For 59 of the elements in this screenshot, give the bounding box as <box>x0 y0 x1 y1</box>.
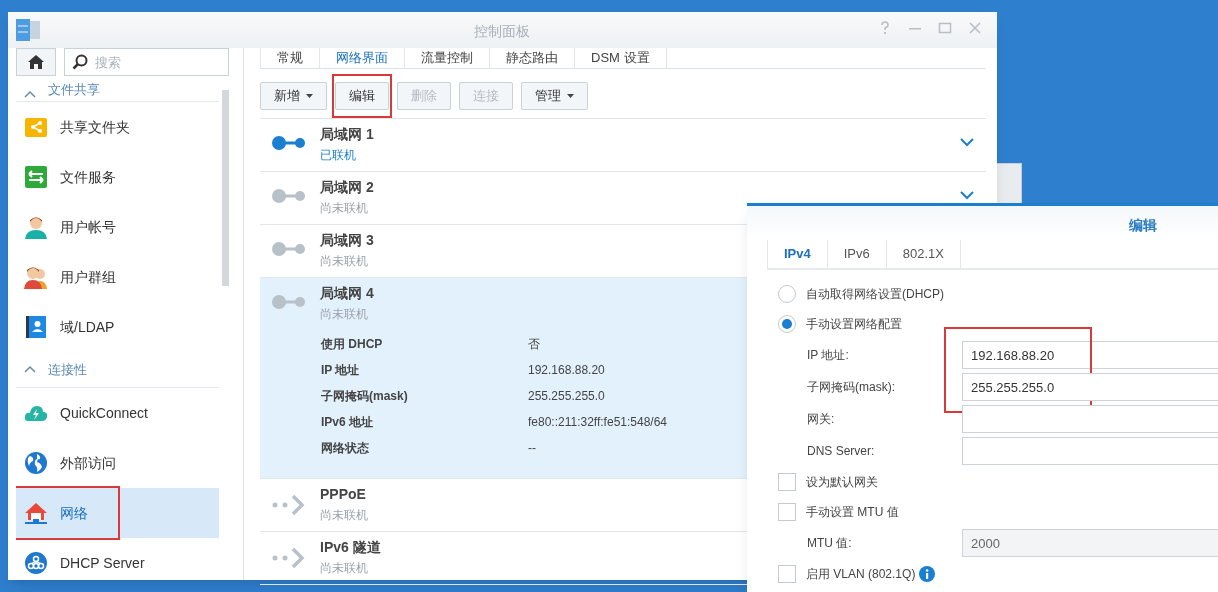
detail-value: fe80::211:32ff:fe51:548/64 <box>528 413 667 431</box>
tab[interactable]: DSM 设置 <box>575 48 667 68</box>
option-label: 设为默认网关 <box>806 474 878 491</box>
tab[interactable]: 静态路由 <box>490 48 575 68</box>
field-label: DNS Server: <box>807 443 876 460</box>
toolbar-button[interactable]: 新增 <box>260 81 327 110</box>
detail-value: 255.255.255.0 <box>528 387 605 405</box>
detail-label: IP 地址 <box>321 361 361 379</box>
detail-value: -- <box>528 439 536 457</box>
option-label: 启用 VLAN (802.1Q) <box>806 566 916 583</box>
tab[interactable]: 流量控制 <box>405 48 490 68</box>
connection-status: 尚未联机 <box>320 559 369 577</box>
interface-name[interactable]: 局域网 2 <box>320 176 374 197</box>
tab[interactable]: IPv6 <box>827 240 887 268</box>
option-label: 自动取得网络设置(DHCP) <box>806 286 944 303</box>
option-label: 手动设置 MTU 值 <box>806 504 899 521</box>
interface-name[interactable]: 局域网 4 <box>320 282 374 303</box>
interface-name[interactable]: 局域网 1 <box>320 123 374 144</box>
interface-name[interactable]: 局域网 3 <box>320 229 374 250</box>
connection-status: 尚未联机 <box>320 305 369 323</box>
section-header[interactable]: 连接性 <box>48 359 87 380</box>
field-label: 网关: <box>807 411 836 428</box>
toolbar-button[interactable]: 编辑 <box>335 81 389 110</box>
sidebar-item[interactable]: 域/LDAP <box>16 302 219 352</box>
detail-value: 否 <box>528 335 540 353</box>
sidebar-item[interactable]: 外部访问 <box>16 438 219 488</box>
connection-status: 尚未联机 <box>320 252 369 270</box>
sidebar-item[interactable]: 共享文件夹 <box>16 102 219 152</box>
section-header[interactable]: 文件共享 <box>48 79 100 99</box>
search-field[interactable]: 搜索 <box>64 48 229 76</box>
sidebar-item[interactable]: 网络 <box>16 488 219 538</box>
tab[interactable]: 网络界面 <box>320 48 405 68</box>
detail-value: 192.168.88.20 <box>528 361 605 379</box>
toolbar-button[interactable]: 管理 <box>521 81 588 110</box>
sidebar-item[interactable]: 用户群组 <box>16 252 219 302</box>
field-label: IP 地址: <box>807 347 850 364</box>
connection-status: 尚未联机 <box>320 506 368 524</box>
input-field[interactable]: 255.255.255.0 <box>962 373 1218 401</box>
field-label: MTU 值: <box>807 535 853 552</box>
dialog-title: 编辑 <box>1129 216 1157 235</box>
tab[interactable]: 常规 <box>260 48 320 68</box>
connection-status: 尚未联机 <box>320 199 369 217</box>
tab[interactable]: IPv4 <box>767 240 828 268</box>
detail-label: 子网掩码(mask) <box>321 387 409 405</box>
interface-name[interactable]: IPv6 隧道 <box>320 536 381 557</box>
interface-name[interactable]: PPPoE <box>320 483 368 504</box>
sidebar-item[interactable]: 文件服务 <box>16 152 219 202</box>
detail-label: IPv6 地址 <box>321 413 375 431</box>
window-title: 控制面板 <box>474 22 530 41</box>
option-label: 手动设置网络配置 <box>806 316 902 333</box>
detail-label: 使用 DHCP <box>321 335 384 353</box>
tab[interactable]: 802.1X <box>886 240 961 268</box>
connection-status: 已联机 <box>320 146 357 164</box>
sidebar-item[interactable]: 用户帐号 <box>16 202 219 252</box>
input-field[interactable]: 192.168.88.20 <box>962 341 1218 369</box>
sidebar-item[interactable]: QuickConnect <box>16 388 219 438</box>
sidebar-item[interactable]: DHCP Server <box>16 538 219 580</box>
detail-label: 网络状态 <box>321 439 370 457</box>
field-label: 子网掩码(mask): <box>807 379 896 396</box>
